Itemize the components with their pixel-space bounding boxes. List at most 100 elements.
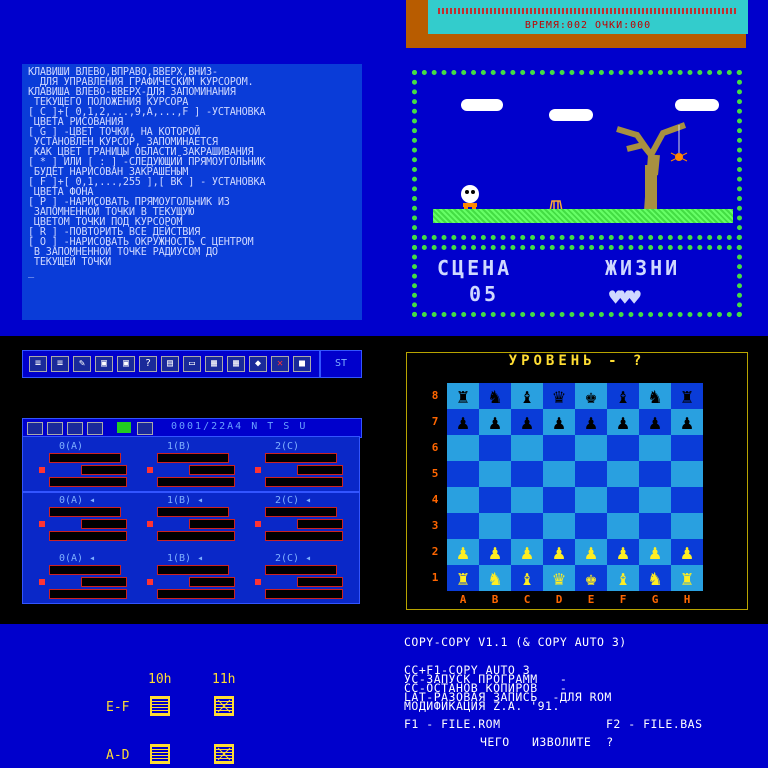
board-square[interactable] xyxy=(639,487,671,513)
board-square[interactable] xyxy=(639,461,671,487)
chess-piece[interactable]: ♜ xyxy=(671,565,703,591)
st-button[interactable]: ST xyxy=(320,350,362,378)
board-square[interactable] xyxy=(511,487,543,513)
chess-piece[interactable]: ♟ xyxy=(543,539,575,565)
board-square[interactable] xyxy=(639,513,671,539)
board-square[interactable] xyxy=(543,435,575,461)
board-square[interactable] xyxy=(639,435,671,461)
disk-icon[interactable]: ▣ xyxy=(117,356,135,372)
board-square[interactable] xyxy=(543,487,575,513)
chess-piece[interactable]: ♟ xyxy=(639,539,671,565)
chess-piece[interactable]: ♜ xyxy=(447,383,479,409)
chess-piece[interactable]: ♟ xyxy=(543,409,575,435)
chess-piece[interactable]: ♛ xyxy=(543,565,575,591)
chess-piece[interactable]: ♟ xyxy=(607,539,639,565)
channel-1[interactable]: 1(B) ◂ xyxy=(141,495,251,559)
board-square[interactable] xyxy=(575,461,607,487)
chess-piece[interactable]: ♟ xyxy=(575,539,607,565)
chess-piece[interactable]: ♞ xyxy=(639,565,671,591)
board-square[interactable] xyxy=(543,461,575,487)
channel-2[interactable]: 2(C) ◂ xyxy=(249,553,359,617)
board-square[interactable] xyxy=(671,513,703,539)
chess-piece[interactable]: ♟ xyxy=(575,409,607,435)
chess-piece[interactable]: ♞ xyxy=(639,383,671,409)
paint-help-panel: КЛАВИШИ ВЛЕВО,ВПРАВО,ВВЕРХ,ВНИЗ- ДЛЯ УПР… xyxy=(0,0,384,336)
chess-piece[interactable]: ♜ xyxy=(671,383,703,409)
chess-piece[interactable]: ♟ xyxy=(671,409,703,435)
chess-piece[interactable]: ♟ xyxy=(671,539,703,565)
board-square[interactable] xyxy=(479,513,511,539)
grid-icon[interactable]: ▦ xyxy=(205,356,223,372)
file-icon[interactable]: ▤ xyxy=(161,356,179,372)
board-square[interactable] xyxy=(511,513,543,539)
disk-icon[interactable]: ▣ xyxy=(95,356,113,372)
channel-label: 1(B) xyxy=(167,441,192,452)
record-icon[interactable] xyxy=(27,422,43,435)
chess-board[interactable]: ♜ ♞ ♝ ♛ ♚ ♝ ♞ ♜ ♟ ♟ ♟ ♟ ♟ ♟ ♟ ♟ ♟ ♟ ♟ ♟ ♟ ♟ ♟ ♟ ♜ ♞ ♝ ♛ ♚ ♝ ♞ ♜ xyxy=(447,383,703,591)
board-square[interactable] xyxy=(607,487,639,513)
chess-piece[interactable]: ♚ xyxy=(575,383,607,409)
help-icon[interactable]: ? xyxy=(139,356,157,372)
board-square[interactable] xyxy=(447,461,479,487)
tool-icon[interactable] xyxy=(87,422,103,435)
board-square[interactable] xyxy=(479,487,511,513)
chess-piece[interactable]: ♝ xyxy=(511,565,543,591)
board-square[interactable] xyxy=(671,487,703,513)
board-square[interactable] xyxy=(575,487,607,513)
board-square[interactable] xyxy=(543,513,575,539)
chess-piece[interactable]: ♟ xyxy=(607,409,639,435)
chess-piece[interactable]: ♟ xyxy=(447,539,479,565)
board-square[interactable] xyxy=(575,513,607,539)
channel-0[interactable]: 0(A) ◂ xyxy=(33,553,143,617)
chess-piece[interactable]: ♜ xyxy=(447,565,479,591)
board-square[interactable] xyxy=(607,513,639,539)
channel-2[interactable]: 2(C) ◂ xyxy=(249,495,359,559)
chess-piece[interactable]: ♞ xyxy=(479,565,511,591)
grid-icon[interactable]: ▦ xyxy=(227,356,245,372)
chess-piece[interactable]: ♟ xyxy=(511,539,543,565)
chip-crossed-icon[interactable] xyxy=(214,744,234,764)
chip-icon[interactable] xyxy=(150,696,170,716)
chess-piece[interactable]: ♝ xyxy=(511,383,543,409)
board-square[interactable] xyxy=(511,435,543,461)
board-square[interactable] xyxy=(511,461,543,487)
board-square[interactable] xyxy=(575,435,607,461)
diamond-icon[interactable]: ◆ xyxy=(249,356,267,372)
list-icon[interactable]: ≡ xyxy=(51,356,69,372)
chess-piece[interactable]: ♛ xyxy=(543,383,575,409)
spider-icon xyxy=(670,125,688,162)
chess-piece[interactable]: ♟ xyxy=(639,409,671,435)
tool-icon[interactable] xyxy=(67,422,83,435)
board-square[interactable] xyxy=(479,435,511,461)
square-icon[interactable]: ■ xyxy=(293,356,311,372)
chess-piece[interactable]: ♟ xyxy=(479,409,511,435)
box-icon[interactable] xyxy=(47,422,63,435)
chess-piece[interactable]: ♚ xyxy=(575,565,607,591)
f1-option[interactable]: F1 - FILE.ROM xyxy=(404,718,501,730)
board-square[interactable] xyxy=(671,461,703,487)
chess-piece[interactable]: ♞ xyxy=(479,383,511,409)
board-square[interactable] xyxy=(607,461,639,487)
board-square[interactable] xyxy=(447,487,479,513)
pencil-icon[interactable]: ✎ xyxy=(73,356,91,372)
close-icon[interactable]: ✕ xyxy=(271,356,289,372)
chip-icon[interactable] xyxy=(150,744,170,764)
green-swatch[interactable] xyxy=(117,422,131,433)
board-square[interactable] xyxy=(447,435,479,461)
chip-crossed-icon[interactable] xyxy=(214,696,234,716)
list-icon[interactable]: ≡ xyxy=(29,356,47,372)
square-icon[interactable] xyxy=(137,422,153,435)
board-square[interactable] xyxy=(447,513,479,539)
chess-piece[interactable]: ♟ xyxy=(479,539,511,565)
chess-piece[interactable]: ♟ xyxy=(447,409,479,435)
channel-0[interactable]: 0(A) ◂ xyxy=(33,495,143,559)
chess-piece[interactable]: ♟ xyxy=(511,409,543,435)
board-square[interactable] xyxy=(607,435,639,461)
chess-piece[interactable]: ♝ xyxy=(607,565,639,591)
board-square[interactable] xyxy=(671,435,703,461)
channel-1[interactable]: 1(B) ◂ xyxy=(141,553,251,617)
board-square[interactable] xyxy=(479,461,511,487)
f2-option[interactable]: F2 - FILE.BAS xyxy=(606,718,703,730)
monitor-icon[interactable]: ▭ xyxy=(183,356,201,372)
chess-piece[interactable]: ♝ xyxy=(607,383,639,409)
